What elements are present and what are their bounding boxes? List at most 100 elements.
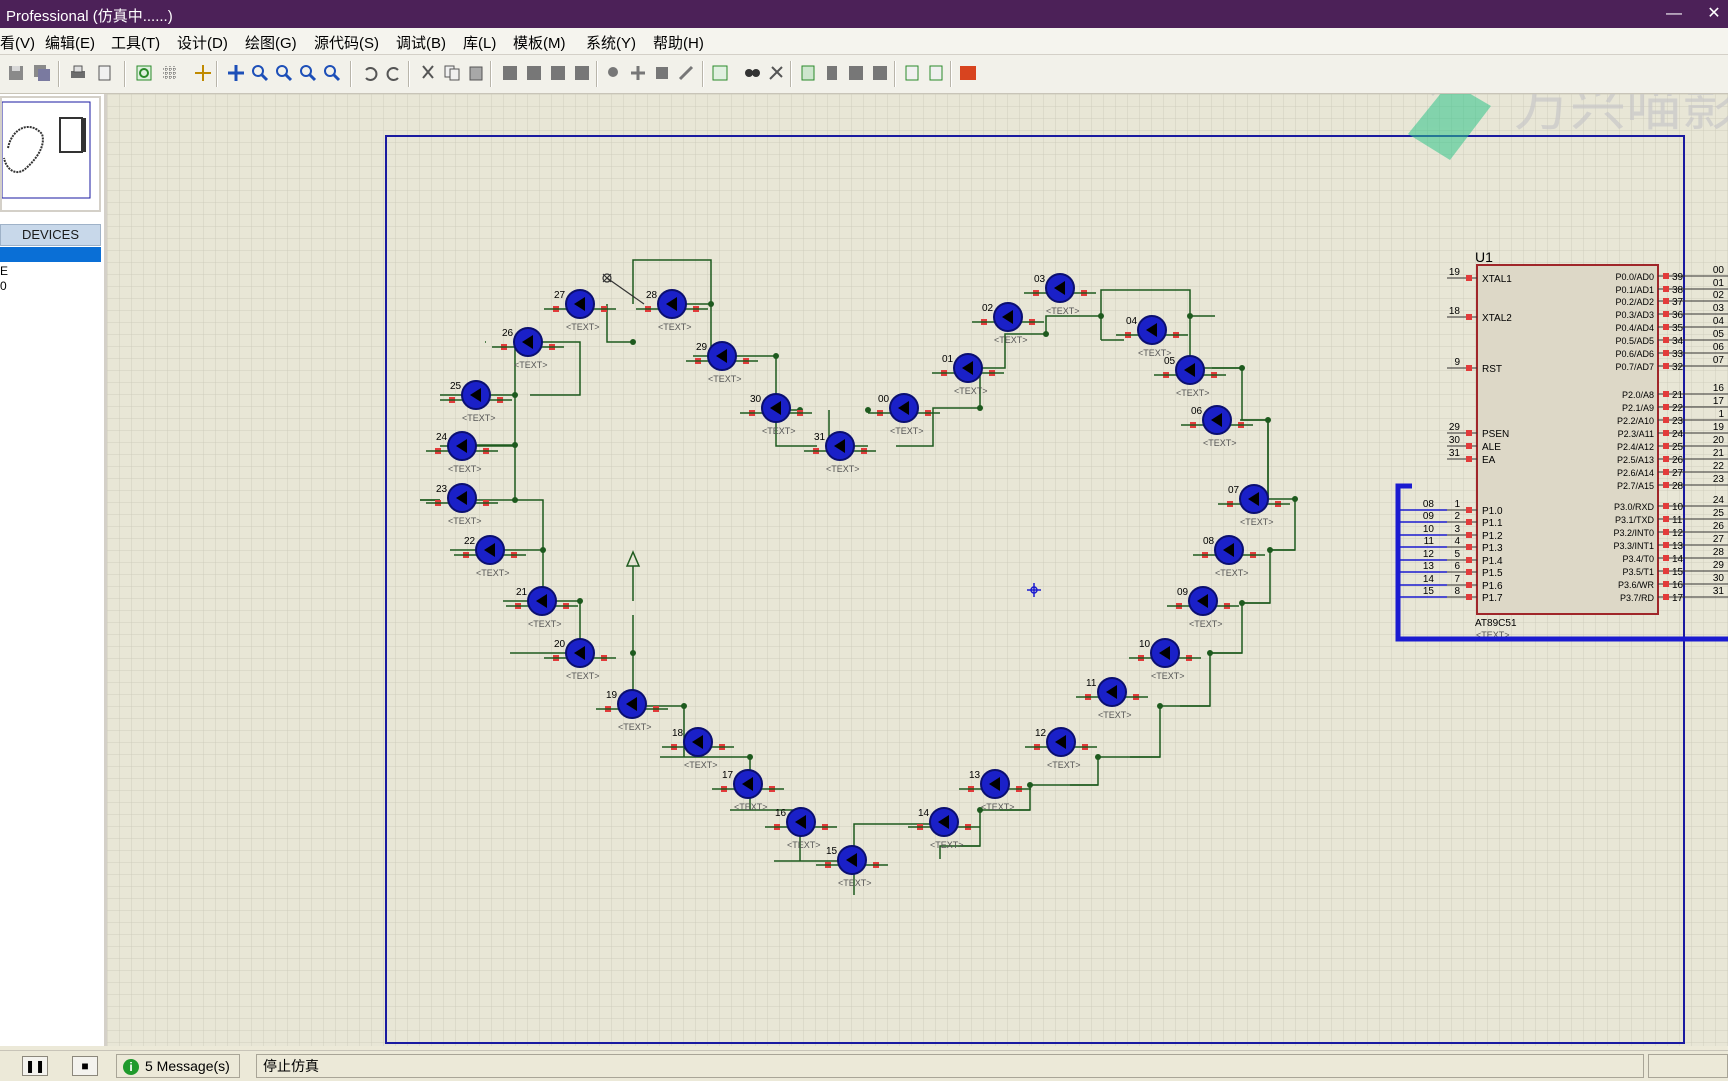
pan-icon[interactable] bbox=[226, 63, 246, 83]
property-assign-icon[interactable] bbox=[766, 63, 786, 83]
net-label: 09 bbox=[1423, 511, 1435, 522]
make-device-icon[interactable] bbox=[628, 63, 648, 83]
pin-marker bbox=[1466, 275, 1472, 281]
pin-marker bbox=[1466, 569, 1472, 575]
led-text-placeholder: <TEXT> bbox=[954, 386, 988, 396]
close-button[interactable]: ✕ bbox=[1694, 2, 1728, 26]
goto-sheet-icon[interactable] bbox=[846, 63, 866, 83]
save-all-icon[interactable] bbox=[32, 63, 52, 83]
menu-graph[interactable]: 绘图(G) bbox=[245, 32, 297, 53]
pin-name: P0.3/AD3 bbox=[1615, 310, 1654, 320]
menu-tools[interactable]: 工具(T) bbox=[111, 32, 160, 53]
undo-icon[interactable] bbox=[360, 63, 380, 83]
ares-icon[interactable] bbox=[958, 63, 978, 83]
remove-sheet-icon[interactable] bbox=[822, 63, 842, 83]
stop-button[interactable]: ■ bbox=[72, 1056, 98, 1076]
pin-name: P0.2/AD2 bbox=[1615, 297, 1654, 307]
menu-design[interactable]: 设计(D) bbox=[177, 32, 228, 53]
origin-icon[interactable] bbox=[193, 63, 213, 83]
menu-debug[interactable]: 调试(B) bbox=[396, 32, 446, 53]
led-text-placeholder: <TEXT> bbox=[528, 619, 562, 629]
net-label: 1 bbox=[1718, 409, 1724, 420]
device-selected-row[interactable] bbox=[0, 247, 101, 262]
led-label: 09 bbox=[1177, 587, 1189, 598]
pin-name: P3.3/INT1 bbox=[1613, 541, 1654, 551]
led-label: 25 bbox=[450, 381, 462, 392]
grid-icon[interactable] bbox=[160, 63, 180, 83]
led-label: 28 bbox=[646, 290, 658, 301]
overview-window[interactable] bbox=[0, 96, 101, 212]
menu-template[interactable]: 模板(M) bbox=[513, 32, 566, 53]
led-label: 02 bbox=[982, 303, 994, 314]
hierarchy-icon[interactable] bbox=[870, 63, 890, 83]
minimize-button[interactable]: — bbox=[1654, 2, 1694, 26]
print-icon[interactable] bbox=[68, 63, 88, 83]
pick-device-icon[interactable] bbox=[604, 63, 624, 83]
device-item[interactable]: E bbox=[0, 264, 8, 278]
led-label: 06 bbox=[1191, 406, 1203, 417]
pin-name: ALE bbox=[1482, 442, 1501, 453]
led-text-placeholder: <TEXT> bbox=[514, 360, 548, 370]
toolbar-separator bbox=[790, 61, 792, 87]
led-text-placeholder: <TEXT> bbox=[1215, 568, 1249, 578]
bom-icon[interactable] bbox=[902, 63, 922, 83]
led-text-placeholder: <TEXT> bbox=[462, 413, 496, 423]
redo-icon[interactable] bbox=[384, 63, 404, 83]
led-label: 03 bbox=[1034, 274, 1046, 285]
net-label: 02 bbox=[1713, 290, 1725, 301]
page-setup-icon[interactable] bbox=[94, 63, 114, 83]
pin-number: 2 bbox=[1454, 511, 1460, 522]
save-icon[interactable] bbox=[6, 63, 26, 83]
block-move-icon[interactable] bbox=[524, 63, 544, 83]
zoom-area-icon[interactable] bbox=[322, 63, 342, 83]
pin-number: 36 bbox=[1672, 310, 1684, 321]
zoom-in-icon[interactable] bbox=[250, 63, 270, 83]
erc-icon[interactable] bbox=[926, 63, 946, 83]
pause-button[interactable]: ❚❚ bbox=[22, 1056, 48, 1076]
decompose-icon[interactable] bbox=[676, 63, 696, 83]
package-tool-icon[interactable] bbox=[652, 63, 672, 83]
block-delete-icon[interactable] bbox=[572, 63, 592, 83]
pin-number: 12 bbox=[1672, 528, 1684, 539]
device-item[interactable]: 0 bbox=[0, 279, 7, 293]
pin-number: 22 bbox=[1672, 403, 1684, 414]
pin-marker bbox=[1663, 404, 1669, 410]
led-text-placeholder: <TEXT> bbox=[1098, 710, 1132, 720]
pin-marker bbox=[1663, 482, 1669, 488]
pin-number: 34 bbox=[1672, 336, 1684, 347]
led-label: 18 bbox=[672, 728, 684, 739]
schematic-canvas[interactable]: 万兴喵影 27 <TEXT> 28 <TEXT> 26 <TEXT> 29 <TEXT> 25 <… bbox=[107, 48, 1728, 1046]
led-label: 15 bbox=[826, 846, 838, 857]
pin-name: P2.1/A9 bbox=[1622, 403, 1654, 413]
pin-number: 17 bbox=[1672, 593, 1684, 604]
net-label: 04 bbox=[1713, 316, 1725, 327]
menu-source[interactable]: 源代码(S) bbox=[314, 32, 379, 53]
menu-view[interactable]: 看(V) bbox=[0, 32, 35, 53]
pin-name: P2.4/A12 bbox=[1617, 442, 1654, 452]
paste-icon[interactable] bbox=[466, 63, 486, 83]
menu-help[interactable]: 帮助(H) bbox=[653, 32, 704, 53]
copy-icon[interactable] bbox=[442, 63, 462, 83]
menu-edit[interactable]: 编辑(E) bbox=[45, 32, 95, 53]
search-icon[interactable] bbox=[742, 63, 762, 83]
cut-icon[interactable] bbox=[418, 63, 438, 83]
pin-marker bbox=[1663, 311, 1669, 317]
block-copy-icon[interactable] bbox=[500, 63, 520, 83]
zoom-all-icon[interactable] bbox=[298, 63, 318, 83]
refresh-icon[interactable] bbox=[134, 63, 154, 83]
pin-marker bbox=[1663, 443, 1669, 449]
net-label: 15 bbox=[1423, 586, 1435, 597]
menu-library[interactable]: 库(L) bbox=[463, 32, 496, 53]
wire-autoroute-icon[interactable] bbox=[710, 63, 730, 83]
devices-header[interactable]: DEVICES bbox=[0, 224, 101, 246]
pin-marker bbox=[1663, 555, 1669, 561]
block-rotate-icon[interactable] bbox=[548, 63, 568, 83]
new-sheet-icon[interactable] bbox=[798, 63, 818, 83]
simulation-status-text: 停止仿真 bbox=[263, 1058, 319, 1074]
zoom-out-icon[interactable] bbox=[274, 63, 294, 83]
toolbar-separator bbox=[124, 61, 126, 87]
pin-number: 1 bbox=[1454, 499, 1460, 510]
messages-indicator[interactable]: i 5 Message(s) bbox=[116, 1054, 240, 1078]
menu-system[interactable]: 系统(Y) bbox=[586, 32, 636, 53]
led-label: 27 bbox=[554, 290, 566, 301]
